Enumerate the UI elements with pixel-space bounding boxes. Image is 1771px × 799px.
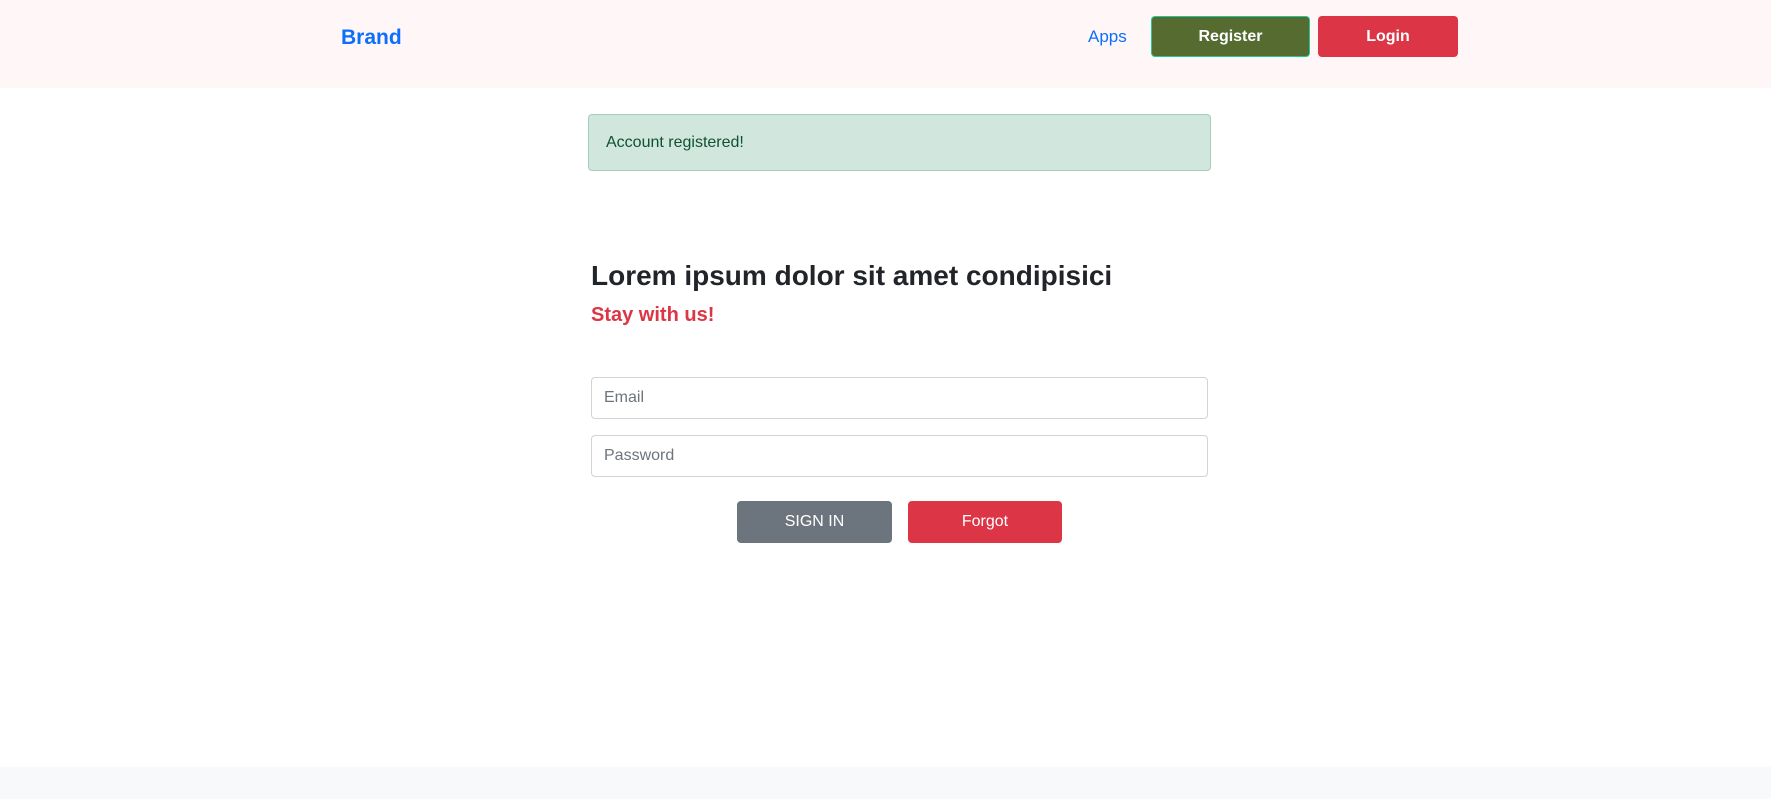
footer	[0, 767, 1771, 799]
sign-in-button[interactable]: SIGN IN	[737, 501, 892, 543]
forgot-button[interactable]: Forgot	[908, 501, 1062, 543]
password-field[interactable]	[591, 435, 1208, 477]
login-button[interactable]: Login	[1318, 16, 1458, 57]
navbar: Brand Apps Register Login	[0, 0, 1771, 88]
success-alert: Account registered!	[588, 114, 1211, 171]
page-subtitle: Stay with us!	[591, 304, 715, 326]
page-title: Lorem ipsum dolor sit amet condipisici	[591, 260, 1113, 291]
nav-link-apps[interactable]: Apps	[1088, 25, 1127, 49]
email-field[interactable]	[591, 377, 1208, 419]
page: Brand Apps Register Login Account regist…	[0, 0, 1771, 799]
register-button[interactable]: Register	[1151, 16, 1310, 57]
alert-message: Account registered!	[606, 133, 744, 151]
brand-link[interactable]: Brand	[341, 24, 402, 52]
